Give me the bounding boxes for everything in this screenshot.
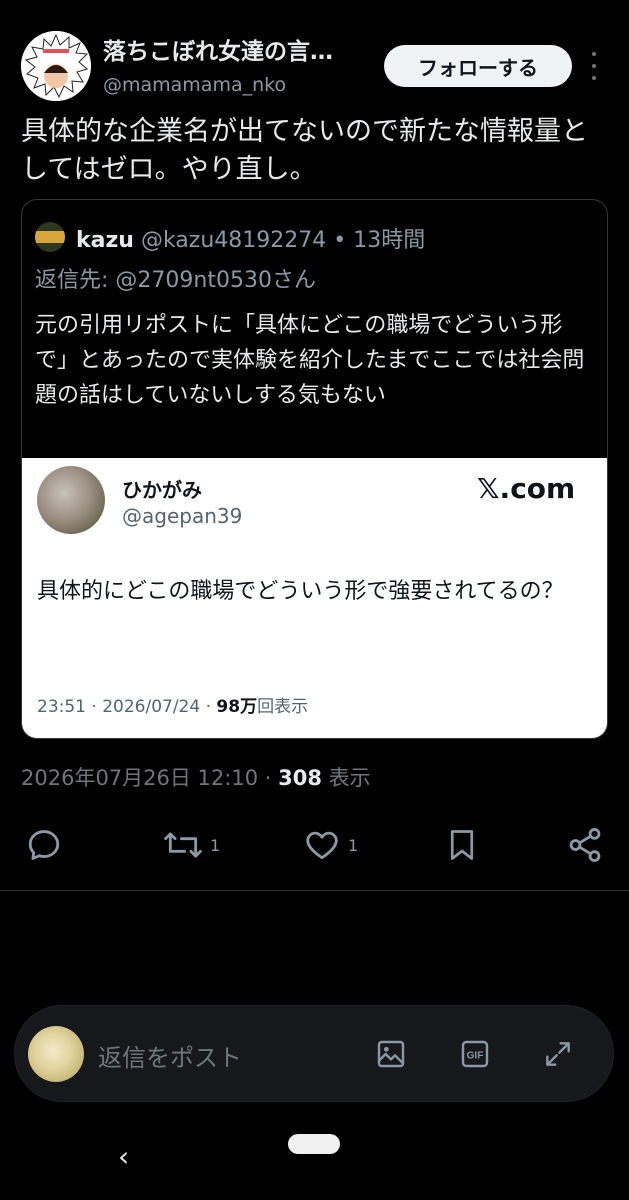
- embedded-post-image[interactable]: ひかがみ @agepan39 𝕏.com 具体的にどこの職場でどういう形で強要さ…: [22, 458, 607, 738]
- embedded-post-text: 具体的にどこの職場でどういう形で強要されてるの？: [37, 579, 564, 604]
- share-button[interactable]: [566, 822, 604, 868]
- author-display-name[interactable]: 落ちこぼれ女達の言…: [103, 32, 373, 66]
- embedded-post-time: 23:51 · 2026/07/24 ·: [37, 697, 217, 717]
- embedded-post-views: 98万: [216, 697, 258, 717]
- home-gesture-pill[interactable]: [288, 1134, 340, 1154]
- post-views-label: 表示: [321, 766, 371, 790]
- add-gif-button[interactable]: GIF: [457, 1036, 493, 1072]
- quoted-author-meta: @kazu48192274 • 13時間: [133, 228, 426, 253]
- section-divider: [0, 890, 629, 891]
- quoted-reply-to[interactable]: 返信先: @2709nt0530さん: [35, 262, 316, 294]
- post-action-bar: 1 1: [0, 822, 629, 868]
- post-timestamp: 2026年07月26日 12:10 · 308 表示: [21, 762, 371, 792]
- post-text: 具体的な企業名が出てないので新たな情報量としてはゼロ。やり直し。: [21, 116, 588, 185]
- gif-icon: GIF: [461, 1040, 489, 1068]
- follow-button[interactable]: フォローする: [384, 45, 572, 87]
- quoted-author-avatar[interactable]: [35, 222, 65, 252]
- back-icon[interactable]: ‹: [118, 1140, 129, 1173]
- quoted-post-header: kazu @kazu48192274 • 13時間: [76, 222, 425, 254]
- x-logo-icon: 𝕏.com: [477, 472, 576, 505]
- quoted-post-card[interactable]: kazu @kazu48192274 • 13時間 返信先: @2709nt05…: [21, 199, 608, 739]
- embedded-author-name: ひかがみ: [122, 478, 202, 502]
- bookmark-button[interactable]: [444, 822, 480, 868]
- embedded-author-handle: @agepan39: [122, 504, 243, 528]
- like-button[interactable]: 1: [302, 822, 358, 868]
- more-options-icon[interactable]: [587, 52, 601, 80]
- image-icon: [377, 1040, 405, 1068]
- post-view-count: 308: [278, 766, 322, 790]
- reply-icon: [28, 830, 60, 860]
- expand-composer-button[interactable]: [540, 1036, 576, 1072]
- gif-label: GIF: [467, 1051, 484, 1062]
- heart-icon: [306, 831, 338, 860]
- post-date: 2026年07月26日 12:10 ·: [21, 766, 279, 790]
- author-avatar[interactable]: [21, 31, 91, 101]
- retweet-icon: [164, 832, 202, 858]
- quoted-post-text: 元の引用リポストに「具体にどこの職場でどういう形で」とあったので実体験を紹介した…: [35, 313, 585, 408]
- expand-icon: [546, 1042, 570, 1066]
- embedded-post-views-label: 回表示: [257, 697, 309, 717]
- embedded-author-avatar: [37, 466, 105, 534]
- quoted-author-name[interactable]: kazu: [76, 228, 134, 253]
- reply-input[interactable]: 返信をポスト: [98, 1038, 242, 1073]
- reply-button[interactable]: [25, 822, 63, 868]
- like-count: 1: [348, 835, 359, 855]
- author-handle[interactable]: @mamamama_nko: [103, 74, 286, 96]
- retweet-button[interactable]: 1: [162, 822, 220, 868]
- share-icon: [569, 828, 601, 862]
- current-user-avatar: [28, 1026, 84, 1082]
- add-image-button[interactable]: [373, 1036, 409, 1072]
- reply-composer[interactable]: 返信をポスト GIF: [14, 1005, 614, 1102]
- retweet-count: 1: [210, 835, 221, 855]
- embedded-post-meta: 23:51 · 2026/07/24 · 98万回表示: [37, 692, 308, 717]
- bookmark-icon: [450, 830, 474, 860]
